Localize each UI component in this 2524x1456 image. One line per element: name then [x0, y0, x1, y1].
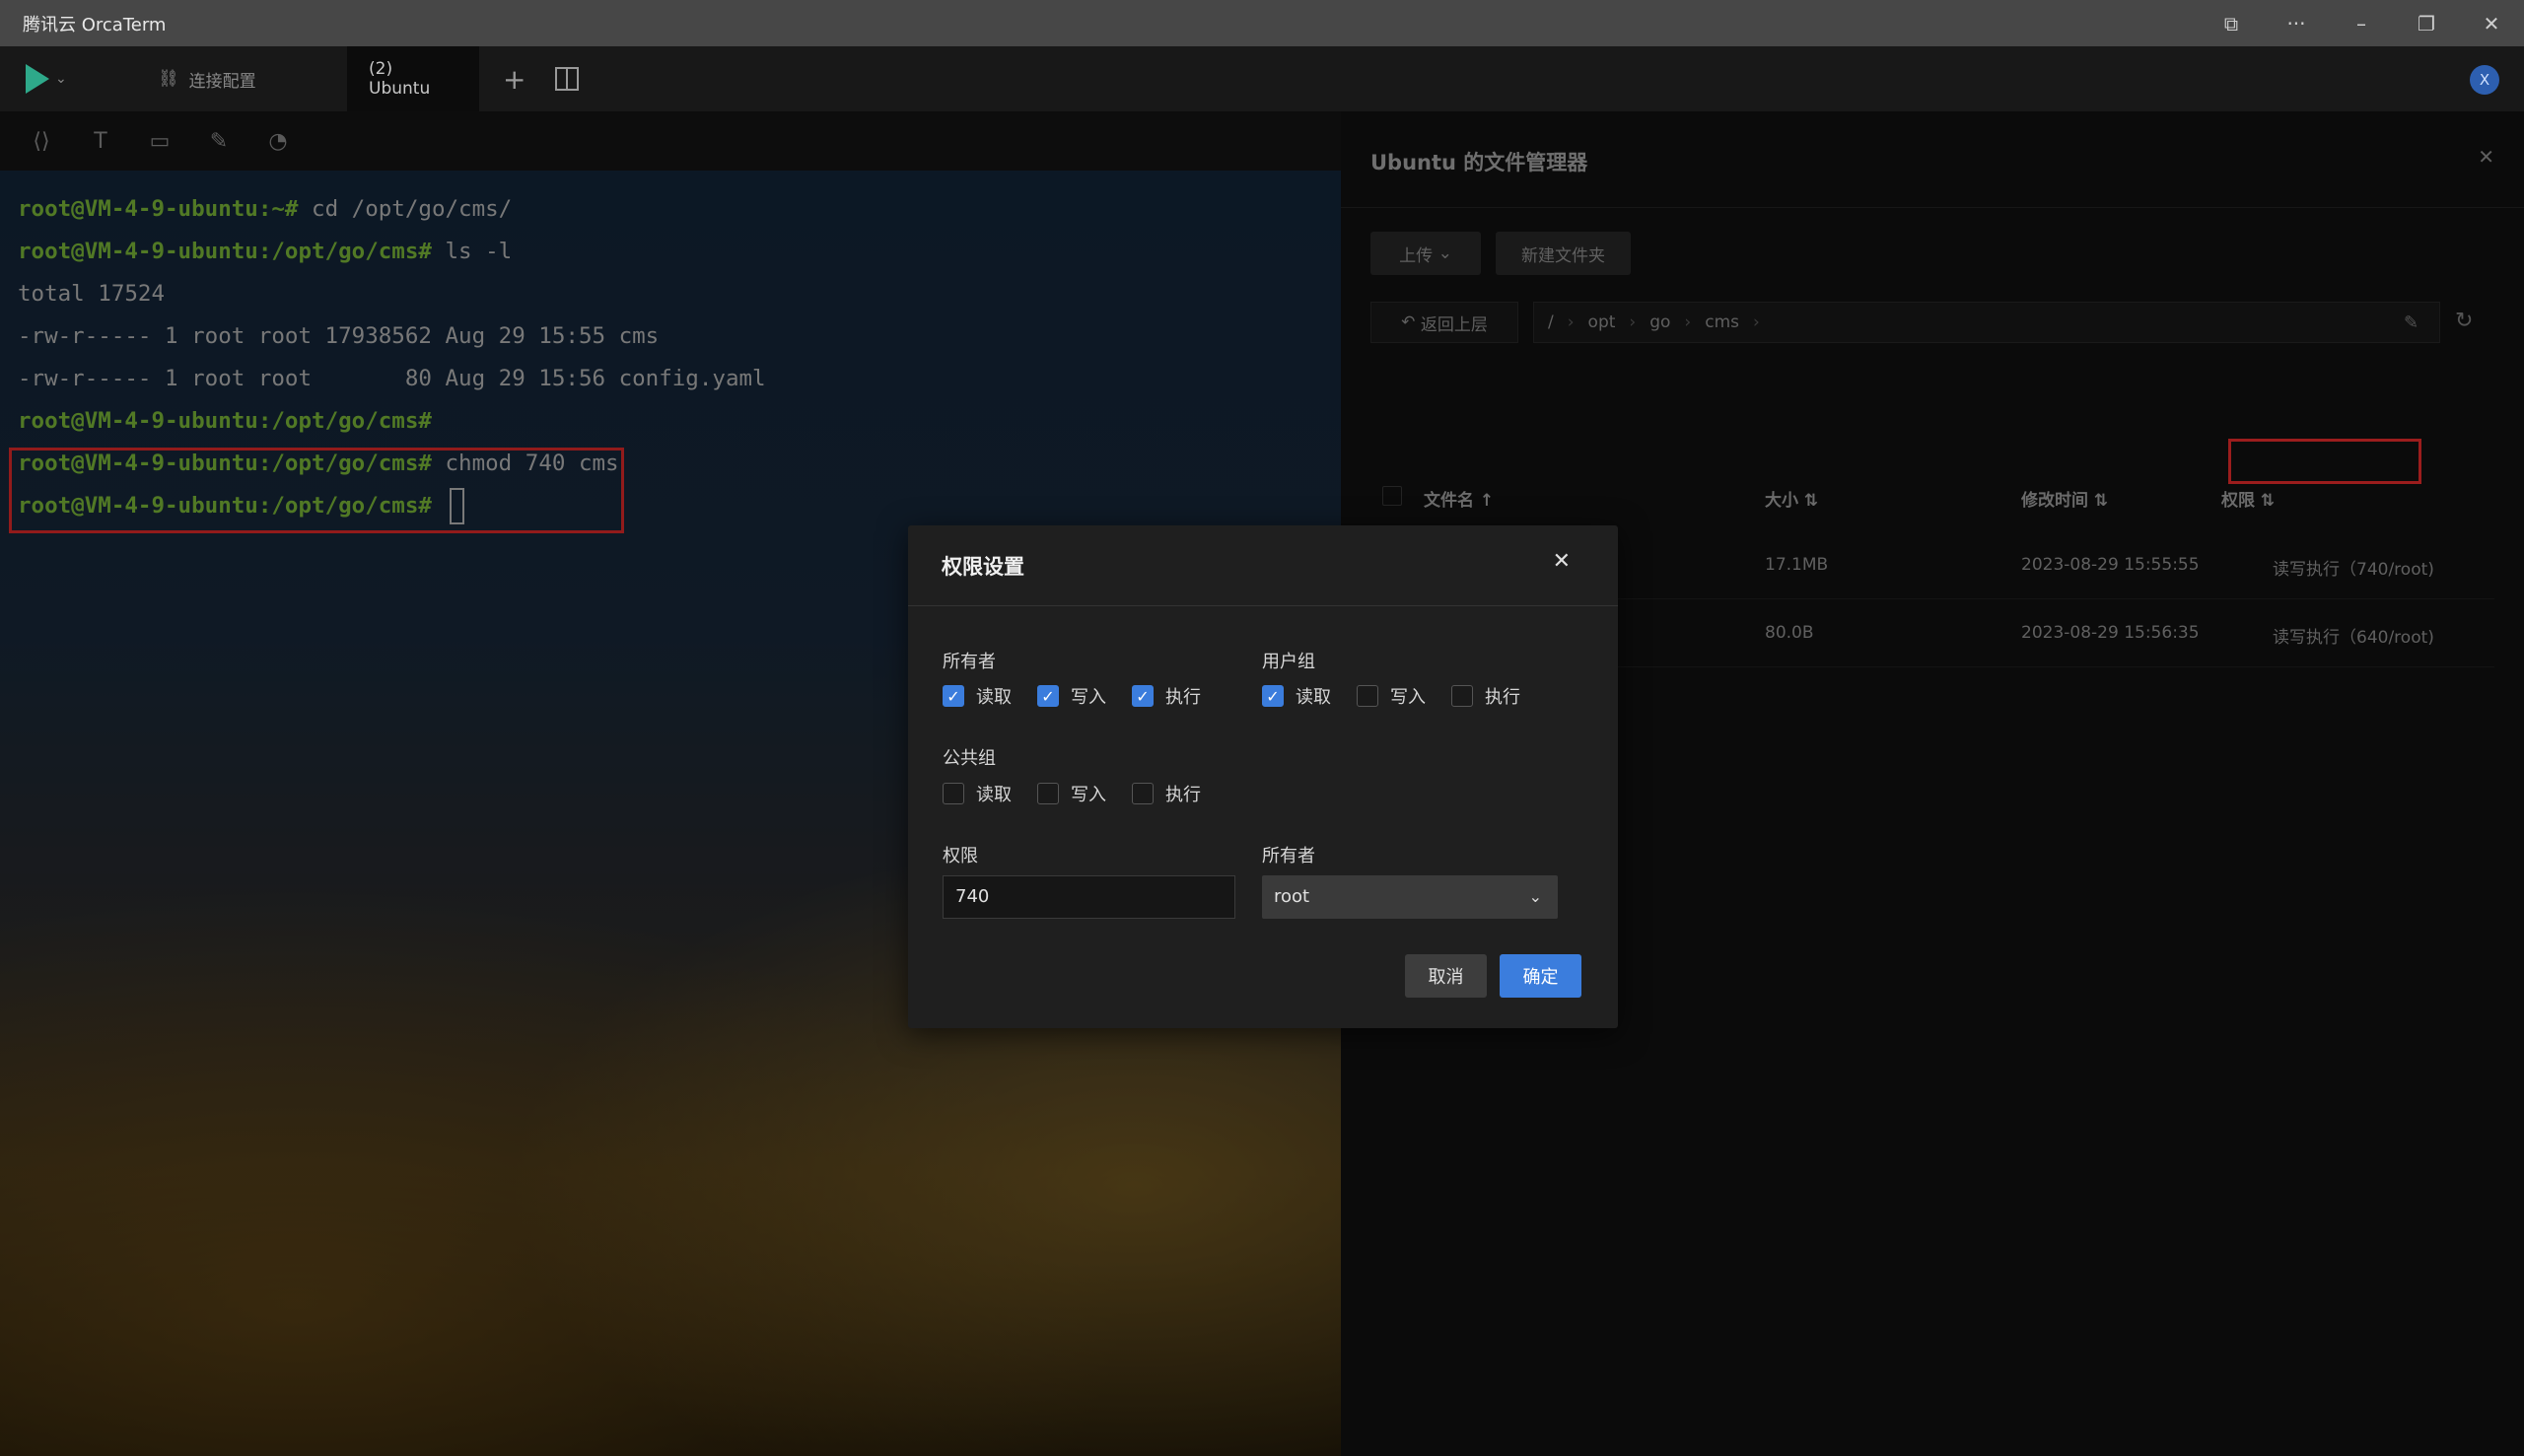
add-tab-icon[interactable]: + — [503, 63, 526, 96]
tab-bar: ⌄ ⛓ 连接配置 (2) Ubuntu + X — [0, 46, 2524, 111]
app-logo-menu[interactable]: ⌄ — [26, 64, 77, 94]
more-icon[interactable]: ··· — [2264, 12, 2329, 35]
close-window-icon[interactable]: ✕ — [2459, 12, 2524, 35]
owner-permissions: ✓读取 ✓写入 ✓执行 — [943, 683, 1227, 709]
logo-icon — [26, 64, 49, 94]
cast-icon[interactable]: ⧉ — [2199, 12, 2264, 35]
tab-label: (2) Ubuntu — [369, 59, 457, 99]
owner-select[interactable]: root ⌄ — [1262, 875, 1558, 919]
window-controls: ⧉ ··· – ❐ ✕ — [2199, 0, 2524, 46]
close-icon[interactable]: ✕ — [1553, 549, 1571, 574]
title-bar: 腾讯云 OrcaTerm ⧉ ··· – ❐ ✕ — [0, 0, 2524, 46]
cancel-button[interactable]: 取消 — [1405, 954, 1487, 998]
chevron-down-icon: ⌄ — [1529, 875, 1542, 919]
divider — [908, 605, 1618, 606]
group-exec-checkbox[interactable]: 执行 — [1451, 683, 1546, 709]
group-read-checkbox[interactable]: ✓读取 — [1262, 683, 1357, 709]
tab-label: 连接配置 — [189, 67, 256, 92]
group-permissions: ✓读取 写入 执行 — [1262, 683, 1546, 709]
check-icon: ✓ — [1132, 685, 1154, 707]
perm-label: 权限 — [943, 842, 978, 867]
owner-read-checkbox[interactable]: ✓读取 — [943, 683, 1037, 709]
confirm-button[interactable]: 确定 — [1500, 954, 1581, 998]
owner-write-checkbox[interactable]: ✓写入 — [1037, 683, 1132, 709]
tab-ubuntu[interactable]: (2) Ubuntu — [347, 46, 479, 111]
group-write-checkbox[interactable]: 写入 — [1357, 683, 1451, 709]
owner-exec-checkbox[interactable]: ✓执行 — [1132, 683, 1227, 709]
permission-input[interactable]: 740 — [943, 875, 1235, 919]
app-title: 腾讯云 OrcaTerm — [23, 11, 166, 36]
public-label: 公共组 — [943, 744, 996, 770]
minimize-icon[interactable]: – — [2329, 12, 2394, 35]
public-permissions: 读取 写入 执行 — [943, 781, 1227, 806]
tab-connection-config[interactable]: ⛓ 连接配置 — [136, 46, 327, 111]
group-label: 用户组 — [1262, 648, 1315, 673]
public-write-checkbox[interactable]: 写入 — [1037, 781, 1132, 806]
check-icon: ✓ — [943, 685, 964, 707]
dialog-title: 权限设置 — [942, 551, 1024, 581]
connection-icon: ⛓ — [158, 69, 179, 89]
public-exec-checkbox[interactable]: 执行 — [1132, 781, 1227, 806]
owner-label: 所有者 — [943, 648, 996, 673]
public-read-checkbox[interactable]: 读取 — [943, 781, 1037, 806]
split-view-icon[interactable] — [555, 67, 579, 91]
permission-dialog: 权限设置 ✕ 所有者 ✓读取 ✓写入 ✓执行 用户组 ✓读取 写入 执行 公共组… — [908, 525, 1618, 1028]
restore-icon[interactable]: ❐ — [2394, 12, 2459, 35]
owner-select-label: 所有者 — [1262, 842, 1315, 867]
avatar[interactable]: X — [2470, 65, 2499, 95]
check-icon: ✓ — [1037, 685, 1059, 707]
chevron-down-icon: ⌄ — [55, 71, 67, 87]
check-icon: ✓ — [1262, 685, 1284, 707]
